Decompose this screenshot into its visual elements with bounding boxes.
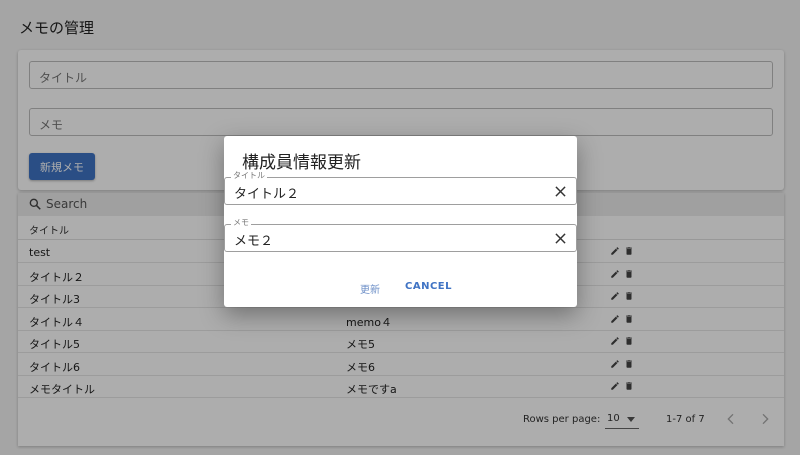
update-button[interactable]: 更新 [360,281,380,296]
cancel-button[interactable]: CANCEL [405,281,452,292]
close-icon[interactable] [555,233,566,244]
dialog-memo-field-value[interactable]: メモ２ [234,230,273,249]
close-icon[interactable] [555,186,566,197]
dialog-title: 構成員情報更新 [242,153,361,173]
dialog-title-field-value[interactable]: タイトル２ [234,183,299,202]
update-dialog: 構成員情報更新 タイトル タイトル２ メモ メモ２ 更新 CANCEL [224,136,577,307]
dialog-memo-field[interactable]: メモ メモ２ [224,218,577,252]
dialog-title-field[interactable]: タイトル タイトル２ [224,171,577,205]
dialog-memo-field-label: メモ [231,218,251,228]
dialog-title-field-label: タイトル [231,171,267,181]
